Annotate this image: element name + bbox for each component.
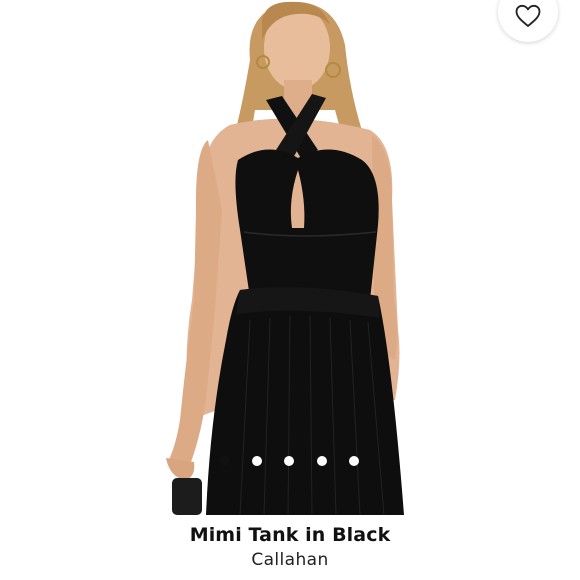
- carousel-dot-4[interactable]: [317, 456, 327, 466]
- carousel-dot-2[interactable]: [252, 456, 262, 466]
- carousel-dots: [0, 454, 580, 468]
- product-brand[interactable]: Callahan: [0, 550, 580, 570]
- carousel-dot-1[interactable]: [220, 456, 230, 466]
- carousel-dot-3[interactable]: [284, 456, 294, 466]
- halter-top: [235, 149, 379, 300]
- clutch-bag: [172, 478, 202, 515]
- product-title[interactable]: Mimi Tank in Black: [0, 524, 580, 546]
- carousel-dot-5[interactable]: [349, 456, 359, 466]
- product-card[interactable]: Mimi Tank in Black Callahan: [0, 0, 580, 580]
- product-image[interactable]: [0, 0, 580, 515]
- heart-outline-icon: [515, 4, 541, 27]
